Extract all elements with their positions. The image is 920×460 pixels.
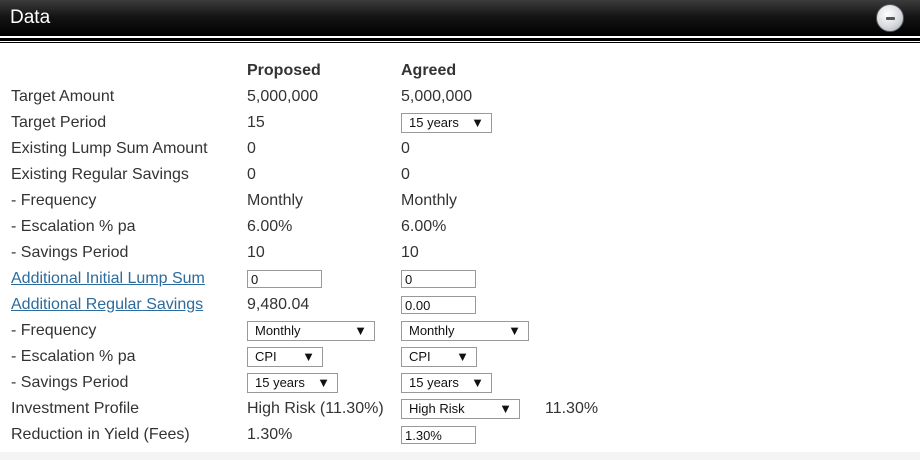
proposed-target-amount: 5,000,000	[247, 88, 319, 105]
agreed-reduction-in-yield-input[interactable]	[401, 426, 476, 444]
agreed-additional-lump-sum-input[interactable]	[401, 270, 476, 288]
proposed-additional-lump-sum-input[interactable]	[247, 270, 322, 288]
select-value: Monthly	[255, 323, 301, 338]
select-value: 15 years	[409, 115, 459, 130]
link-additional-lump-sum[interactable]: Additional Initial Lump Sum	[11, 269, 205, 289]
label-reduction-in-yield: Reduction in Yield (Fees)	[11, 426, 190, 443]
agreed-additional-regular-savings-input[interactable]	[401, 296, 476, 314]
label-existing-frequency: - Frequency	[11, 192, 97, 209]
triangle-down-icon: ▼	[508, 323, 521, 338]
label-existing-regular-savings: Existing Regular Savings	[11, 166, 189, 183]
agreed-escalation-select[interactable]: CPI ▼	[401, 347, 477, 367]
agreed-existing-lump-sum: 0	[401, 140, 410, 157]
label-additional-savings-period: - Savings Period	[11, 374, 129, 391]
proposed-existing-regular-savings: 0	[247, 166, 256, 183]
panel-footer-strip	[0, 452, 920, 460]
proposed-existing-escalation: 6.00%	[247, 218, 293, 235]
proposed-target-period: 15	[247, 114, 265, 131]
agreed-existing-savings-period: 10	[401, 244, 419, 261]
select-value: 15 years	[255, 375, 305, 390]
select-value: Monthly	[409, 323, 455, 338]
select-value: CPI	[255, 349, 277, 364]
link-additional-regular-savings[interactable]: Additional Regular Savings	[11, 295, 203, 315]
agreed-investment-rate: 11.30%	[545, 400, 599, 417]
label-additional-frequency: - Frequency	[11, 322, 97, 339]
select-value: 15 years	[409, 375, 459, 390]
proposed-savings-period-select[interactable]: 15 years ▼	[247, 373, 338, 393]
column-header-proposed: Proposed	[247, 62, 321, 79]
triangle-down-icon: ▼	[456, 349, 469, 364]
agreed-existing-escalation: 6.00%	[401, 218, 447, 235]
label-additional-escalation: - Escalation % pa	[11, 348, 136, 365]
proposed-frequency-select[interactable]: Monthly ▼	[247, 321, 375, 341]
triangle-down-icon: ▼	[499, 401, 512, 416]
label-existing-escalation: - Escalation % pa	[11, 218, 136, 235]
triangle-down-icon: ▼	[302, 349, 315, 364]
proposed-escalation-select[interactable]: CPI ▼	[247, 347, 323, 367]
agreed-investment-profile-select[interactable]: High Risk ▼	[401, 399, 520, 419]
select-value: CPI	[409, 349, 431, 364]
proposed-existing-lump-sum: 0	[247, 140, 256, 157]
agreed-target-period-select[interactable]: 15 years ▼	[401, 113, 492, 133]
proposed-investment-profile: High Risk (11.30%)	[247, 400, 384, 417]
proposed-existing-frequency: Monthly	[247, 192, 304, 209]
label-target-amount: Target Amount	[11, 88, 115, 105]
label-existing-lump-sum: Existing Lump Sum Amount	[11, 140, 208, 157]
label-existing-savings-period: - Savings Period	[11, 244, 129, 261]
label-target-period: Target Period	[11, 114, 107, 131]
proposed-existing-savings-period: 10	[247, 244, 265, 261]
agreed-savings-period-select[interactable]: 15 years ▼	[401, 373, 492, 393]
triangle-down-icon: ▼	[317, 375, 330, 390]
column-header-agreed: Agreed	[401, 62, 457, 79]
agreed-frequency-select[interactable]: Monthly ▼	[401, 321, 529, 341]
select-value: High Risk	[409, 401, 465, 416]
triangle-down-icon: ▼	[471, 375, 484, 390]
agreed-existing-regular-savings: 0	[401, 166, 410, 183]
proposed-additional-regular-savings: 9,480.04	[247, 296, 310, 313]
data-table: Proposed Agreed Target Amount 5,000,000 …	[0, 0, 920, 444]
label-investment-profile: Investment Profile	[11, 400, 140, 417]
agreed-target-amount: 5,000,000	[401, 88, 473, 105]
proposed-reduction-in-yield: 1.30%	[247, 426, 293, 443]
triangle-down-icon: ▼	[354, 323, 367, 338]
agreed-existing-frequency: Monthly	[401, 192, 458, 209]
triangle-down-icon: ▼	[471, 115, 484, 130]
